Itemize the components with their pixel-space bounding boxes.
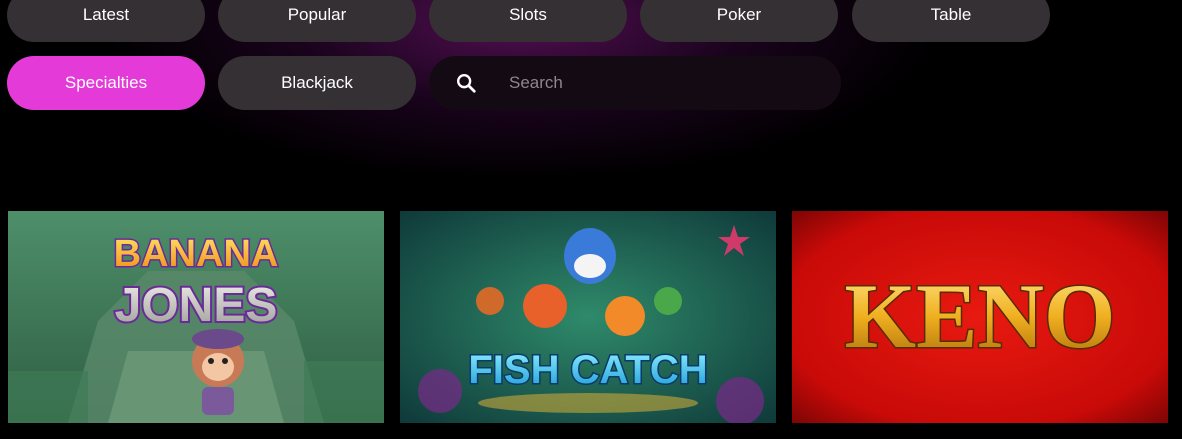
banana-jones-artwork: BANANA JONES <box>8 211 384 423</box>
category-slots-button[interactable]: Slots <box>429 0 627 42</box>
search-box[interactable] <box>429 56 841 110</box>
game-card-keno[interactable]: KENO <box>792 211 1168 423</box>
category-table-button[interactable]: Table <box>852 0 1050 42</box>
banana-jones-title-line2: JONES <box>115 279 278 332</box>
category-specialties-button[interactable]: Specialties <box>7 56 205 110</box>
game-card-fish-catch[interactable]: FISH CATCH <box>400 211 776 423</box>
fish-catch-title: FISH CATCH <box>468 348 707 392</box>
fish-catch-artwork: FISH CATCH <box>400 211 776 423</box>
category-poker-button[interactable]: Poker <box>640 0 838 42</box>
search-icon <box>457 74 476 93</box>
keno-artwork: KENO <box>792 211 1168 423</box>
search-input[interactable] <box>507 72 811 94</box>
category-latest-button[interactable]: Latest <box>7 0 205 42</box>
banana-jones-title-line1: BANANA <box>114 233 279 275</box>
game-card-banana-jones[interactable]: BANANA JONES <box>8 211 384 423</box>
keno-title: KENO <box>845 265 1116 367</box>
category-popular-button[interactable]: Popular <box>218 0 416 42</box>
category-blackjack-button[interactable]: Blackjack <box>218 56 416 110</box>
